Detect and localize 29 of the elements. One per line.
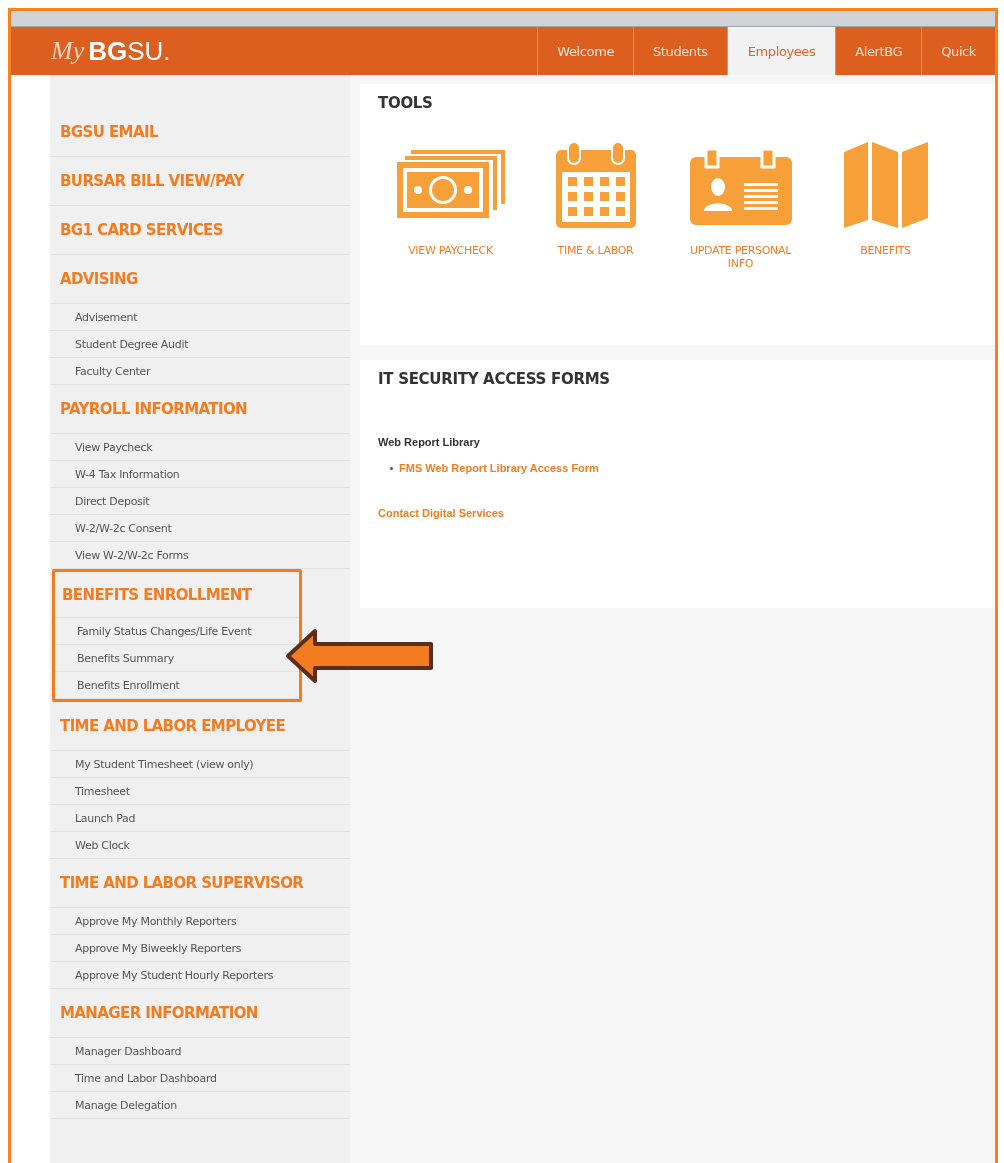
card-title: TOOLS	[378, 94, 434, 112]
sidebar-link[interactable]: Faculty Center	[75, 364, 151, 378]
sidebar-link[interactable]: Web Clock	[75, 838, 130, 852]
sidebar-link[interactable]: Approve My Student Hourly Reporters	[75, 968, 274, 982]
sidebar-link[interactable]: Direct Deposit	[75, 494, 150, 508]
sidebar-link[interactable]: Family Status Changes/Life Event	[77, 624, 252, 638]
card-title: IT SECURITY ACCESS FORMS	[378, 370, 611, 388]
sidebar-link[interactable]: Manager Dashboard	[75, 1044, 182, 1058]
sidebar-link[interactable]: Launch Pad	[75, 811, 136, 825]
sidebar-link[interactable]: W-4 Tax Information	[75, 467, 180, 481]
cash-icon	[396, 150, 505, 220]
sidebar-link[interactable]: Manage Delegation	[75, 1098, 177, 1112]
sidebar-link[interactable]: Approve My Monthly Reporters	[75, 914, 237, 928]
sidebar-link[interactable]: Advisement	[75, 310, 138, 324]
calendar-icon	[555, 142, 636, 228]
sidebar-link[interactable]: Benefits Enrollment	[77, 678, 180, 692]
subheading: Web Report Library	[378, 436, 481, 448]
sidebar-link[interactable]: Student Degree Audit	[75, 337, 189, 351]
bullet-icon	[390, 466, 393, 470]
sidebar-link[interactable]: View W-2/W-2c Forms	[75, 548, 189, 562]
sidebar-link[interactable]: View Paycheck	[75, 440, 153, 454]
map-icon	[843, 142, 928, 228]
sidebar-link[interactable]: Timesheet	[75, 784, 130, 798]
sidebar-link[interactable]: My Student Timesheet (view only)	[75, 757, 254, 771]
sidebar-link[interactable]: Approve My Biweekly Reporters	[75, 941, 242, 955]
sidebar-link[interactable]: Time and Labor Dashboard	[75, 1071, 217, 1085]
logo[interactable]: MyBGSU.	[51, 27, 538, 75]
sidebar-link[interactable]: W-2/W-2c Consent	[75, 521, 172, 535]
sidebar-link[interactable]: Benefits Summary	[77, 651, 174, 665]
